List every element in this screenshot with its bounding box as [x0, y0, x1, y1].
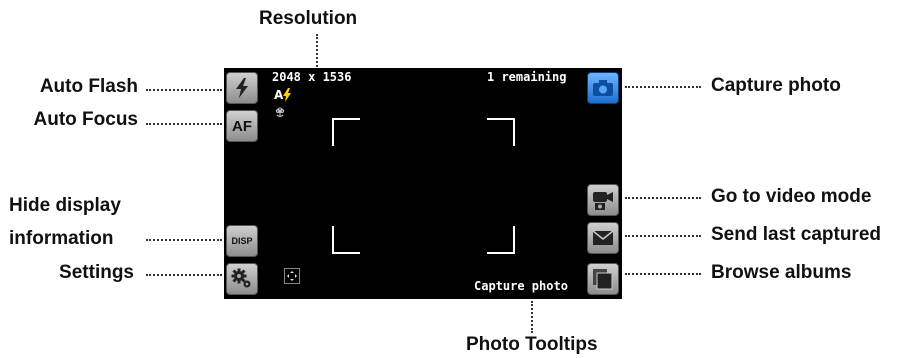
browse-albums-button[interactable] — [587, 263, 619, 295]
albums-icon — [593, 269, 613, 290]
callout-photo-tooltips: Photo Tooltips — [466, 334, 598, 355]
hide-display-button[interactable]: DISP — [226, 225, 258, 257]
auto-focus-button[interactable]: AF — [226, 110, 258, 142]
leader-photo-tooltips — [531, 301, 533, 333]
focus-bracket-top-right — [487, 118, 515, 146]
focus-bracket-bottom-left — [332, 226, 360, 254]
callout-resolution: Resolution — [259, 8, 358, 29]
leader-hide-display — [146, 239, 222, 241]
leader-auto-focus — [146, 123, 222, 125]
af-icon: AF — [232, 117, 252, 135]
leader-send-last — [625, 235, 701, 237]
flash-mode-indicator: A — [274, 88, 292, 102]
auto-flash-button[interactable] — [226, 72, 258, 104]
settings-gears-icon — [231, 268, 251, 288]
leader-video-mode — [625, 197, 701, 199]
send-last-captured-button[interactable] — [587, 222, 619, 254]
photo-tooltip: Capture photo — [474, 279, 568, 293]
flash-indicator-bolt-icon — [283, 88, 292, 102]
focus-bracket-top-left — [332, 118, 360, 146]
leader-capture-photo — [625, 86, 701, 88]
settings-button[interactable] — [226, 263, 258, 295]
focus-area-icon — [287, 271, 297, 281]
focus-area-button[interactable] — [284, 268, 300, 284]
remaining-indicator: 1 remaining — [487, 70, 567, 84]
video-mode-button[interactable] — [587, 184, 619, 216]
disp-icon: DISP — [231, 236, 253, 246]
resolution-indicator: 2048 x 1536 — [272, 70, 352, 84]
callout-capture-photo: Capture photo — [711, 75, 841, 96]
leader-auto-flash — [146, 89, 222, 91]
focus-bracket-bottom-right — [487, 226, 515, 254]
callout-send-last: Send last captured — [711, 224, 881, 245]
callout-hide-display-line2: information — [9, 228, 114, 249]
callout-auto-focus: Auto Focus — [33, 109, 139, 130]
callout-settings: Settings — [59, 262, 134, 283]
callout-browse-albums: Browse albums — [711, 262, 852, 283]
envelope-icon — [592, 230, 614, 245]
callout-hide-display-line1: Hide display — [9, 195, 121, 216]
camera-icon — [593, 80, 613, 96]
callout-auto-flash: Auto Flash — [39, 76, 138, 97]
capture-photo-button[interactable] — [587, 72, 619, 104]
leader-resolution — [316, 34, 318, 67]
callout-video-mode: Go to video mode — [711, 186, 872, 207]
camera-viewfinder: AF DISP 2048 x 1536 A 1 remaining Captur… — [224, 68, 622, 299]
video-camera-icon — [593, 192, 613, 210]
leader-browse-albums — [625, 273, 701, 275]
flash-icon — [236, 78, 248, 98]
macro-flower-icon — [276, 107, 284, 117]
leader-settings — [146, 274, 222, 276]
